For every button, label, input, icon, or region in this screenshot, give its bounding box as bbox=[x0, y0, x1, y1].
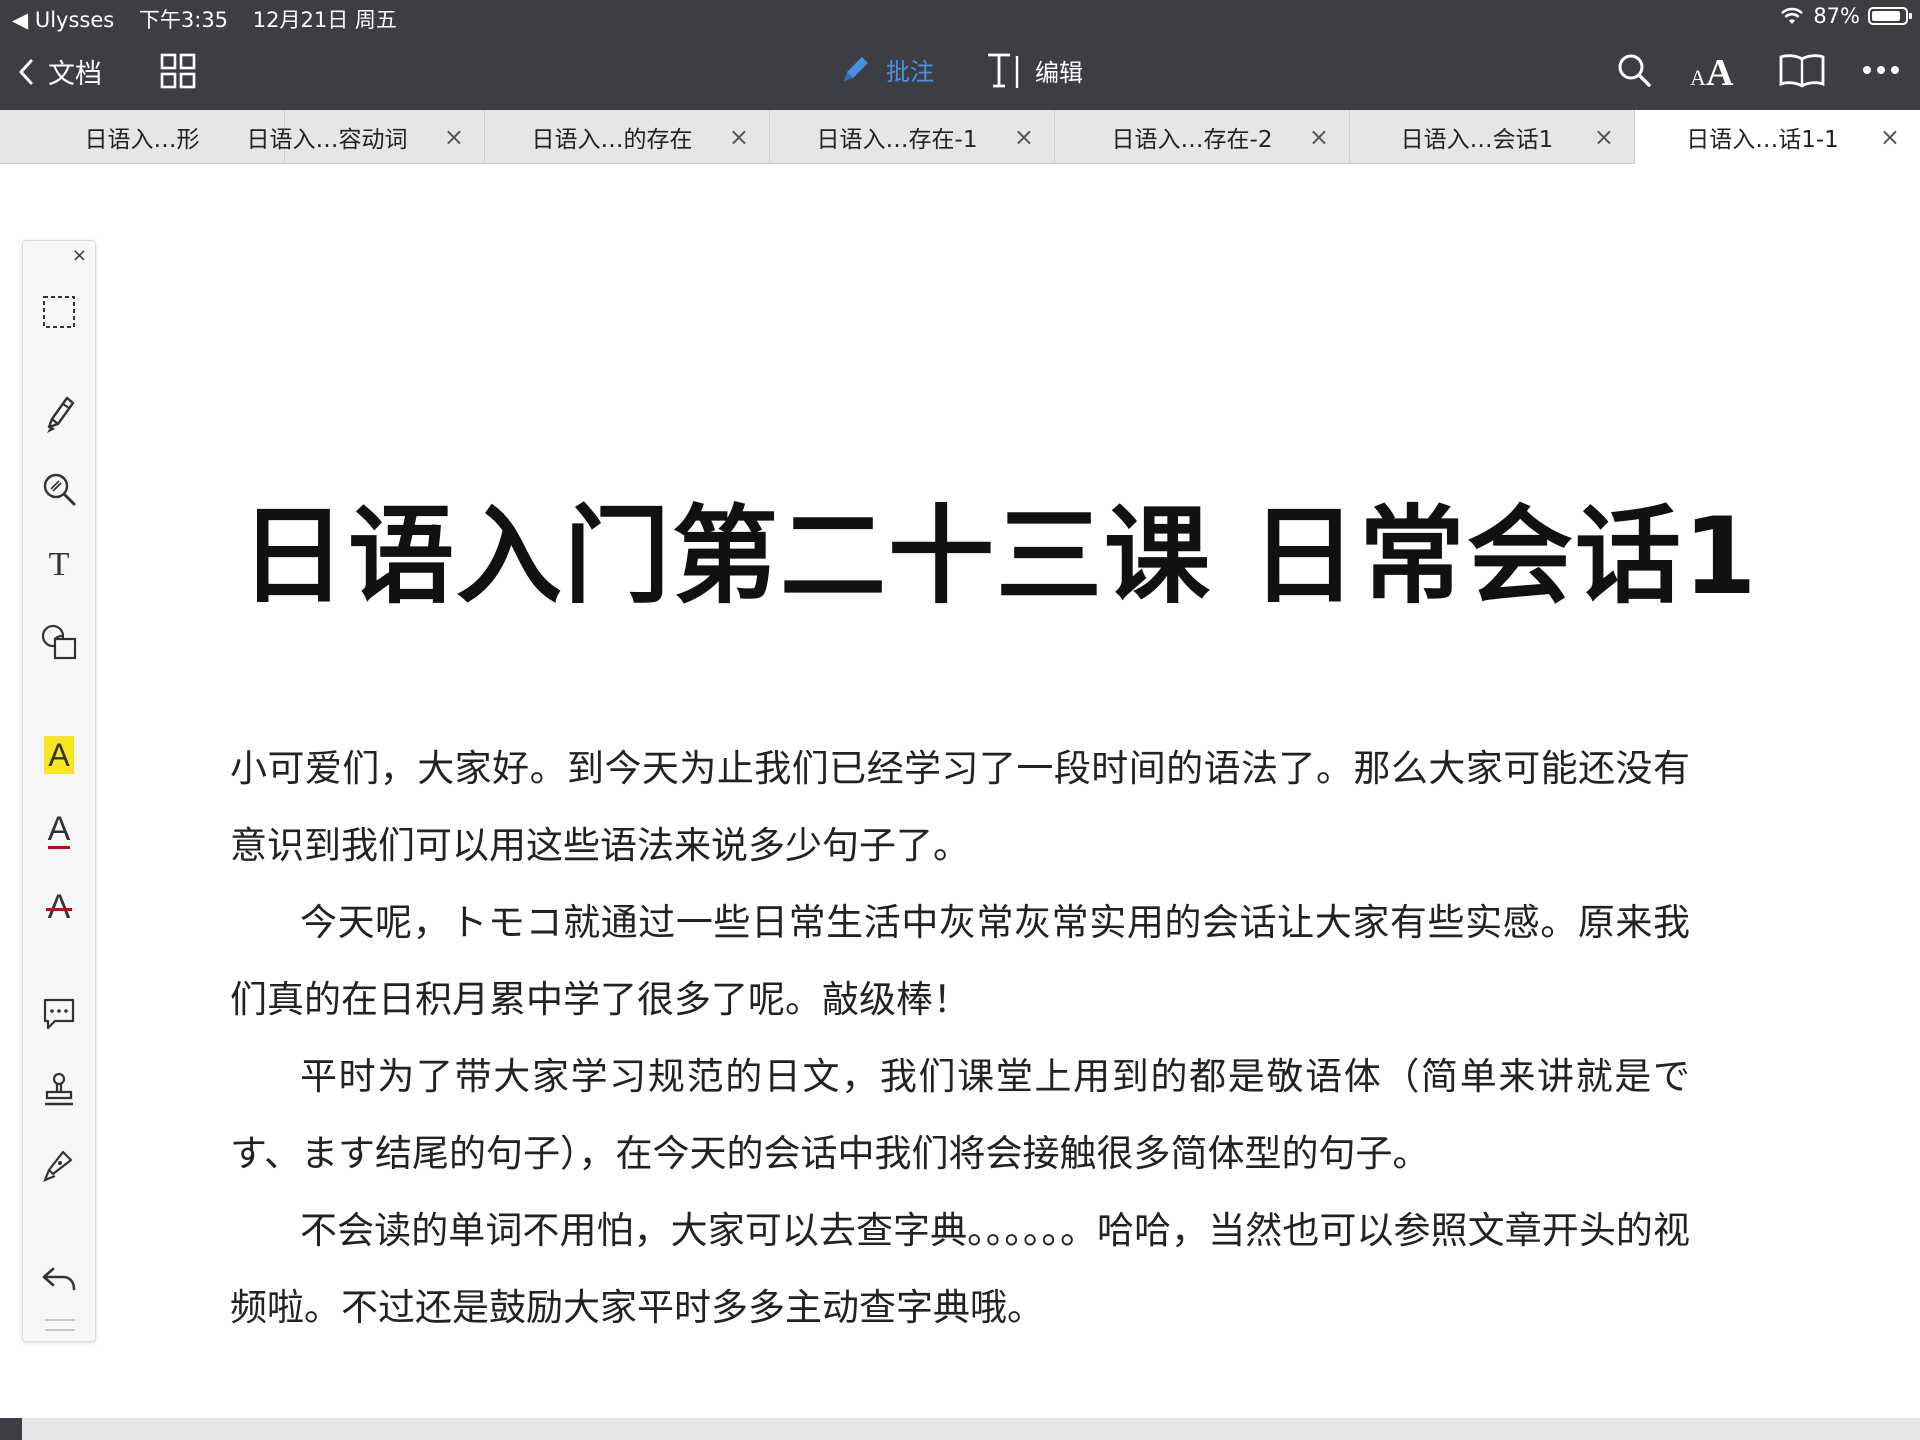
tab-label: 日语入…存在-1 bbox=[816, 127, 978, 153]
highlighter-icon bbox=[47, 396, 75, 433]
annotate-label: 批注 bbox=[886, 58, 934, 86]
signature-tool[interactable] bbox=[38, 1144, 80, 1186]
tab-6[interactable]: 日语入…会话1 × bbox=[1350, 110, 1635, 164]
edit-mode-button[interactable]: 编辑 bbox=[985, 50, 1083, 90]
text-cursor-icon bbox=[988, 53, 1019, 88]
back-to-app-link[interactable]: ◀ Ulysses bbox=[12, 8, 114, 32]
tab-4[interactable]: 日语入…存在-1 × bbox=[770, 110, 1055, 164]
status-time: 下午3:35 bbox=[138, 8, 229, 32]
pen-icon bbox=[844, 56, 868, 81]
tab-label: 日语入…容动词 bbox=[246, 127, 408, 153]
wifi-icon bbox=[1781, 7, 1804, 24]
stamp-icon bbox=[45, 1072, 73, 1106]
search-icon[interactable] bbox=[1616, 52, 1652, 88]
thumbnail-grid-button[interactable] bbox=[160, 53, 196, 93]
text-highlight-icon: A bbox=[44, 736, 74, 774]
document-body: 小可爱们，大家好。到今天为止我们已经学习了一段时间的语法了。那么大家可能还没有意… bbox=[230, 730, 1690, 1346]
tab-close-icon[interactable]: × bbox=[1594, 123, 1614, 151]
text-highlight-tool[interactable]: A bbox=[38, 734, 80, 776]
document-tabs: 日语入…形 日语入…容动词 × 日语入…的存在 × 日语入…存在-1 × 日语入… bbox=[0, 110, 1920, 164]
font-size-icon[interactable]: A A bbox=[1688, 52, 1742, 88]
tab-5[interactable]: 日语入…存在-2 × bbox=[1065, 110, 1350, 164]
status-right: 87% bbox=[1779, 4, 1912, 28]
main-toolbar: 文档 批注 编辑 A A bbox=[0, 40, 1920, 106]
battery-percent: 87% bbox=[1813, 4, 1860, 28]
tab-close-icon[interactable]: × bbox=[729, 123, 749, 151]
tab-2[interactable]: 日语入…容动词 × bbox=[200, 110, 485, 164]
tab-label: 日语入…形 bbox=[84, 127, 200, 153]
rect-select-tool[interactable] bbox=[38, 291, 80, 333]
close-panel-icon[interactable]: × bbox=[72, 245, 87, 266]
tab-3[interactable]: 日语入…的存在 × bbox=[485, 110, 770, 164]
annotation-tool-panel: × T A A A bbox=[22, 240, 96, 1342]
battery-level bbox=[1872, 11, 1900, 21]
more-options-icon[interactable] bbox=[1862, 64, 1900, 76]
selection-icon bbox=[43, 296, 75, 328]
tab-label: 日语入…存在-2 bbox=[1111, 127, 1273, 153]
text-strikethrough-tool[interactable]: A bbox=[38, 886, 80, 928]
tab-close-icon[interactable]: × bbox=[1014, 123, 1034, 151]
text-underline-tool[interactable]: A bbox=[38, 809, 80, 851]
scroll-position-marker[interactable] bbox=[0, 1418, 22, 1440]
tab-close-icon[interactable]: × bbox=[1880, 123, 1900, 151]
text-strikethrough-icon: A bbox=[45, 888, 73, 926]
stamp-tool[interactable] bbox=[38, 1069, 80, 1111]
undo-tool[interactable] bbox=[38, 1259, 80, 1301]
status-left: ◀ Ulysses 下午3:35 12月21日 周五 bbox=[12, 4, 415, 34]
shapes-icon bbox=[41, 624, 77, 660]
text-tool-icon: T bbox=[48, 546, 70, 583]
documents-back-label: 文档 bbox=[48, 59, 102, 90]
documents-back-button[interactable]: 文档 bbox=[18, 52, 102, 91]
paragraph-4: 不会读的单词不用怕，大家可以去查字典。。。。。。哈哈，当然也可以参照文章开头的视… bbox=[230, 1209, 1690, 1329]
tab-label: 日语入…会话1 bbox=[1400, 127, 1554, 153]
undo-icon bbox=[42, 1267, 76, 1291]
fountain-pen-icon bbox=[43, 1150, 73, 1182]
paragraph-3: 平时为了带大家学习规范的日文，我们课堂上用到的都是敬语体（简单来讲就是です、ます… bbox=[230, 1055, 1690, 1175]
paragraph-2: 今天呢，トモコ就通过一些日常生活中灰常灰常实用的会话让大家有些实感。原来我们真的… bbox=[230, 901, 1690, 1021]
edit-label: 编辑 bbox=[1035, 58, 1083, 87]
tab-close-icon[interactable]: × bbox=[444, 123, 464, 151]
text-tool[interactable]: T bbox=[38, 544, 80, 586]
shape-tool[interactable] bbox=[38, 621, 80, 663]
text-underline-icon: A bbox=[47, 809, 71, 849]
toolbar-right-actions: A A bbox=[1616, 52, 1900, 88]
annotate-mode-button[interactable]: 批注 bbox=[838, 52, 934, 87]
tab-7-active[interactable]: 日语入…话1-1 × bbox=[1635, 110, 1920, 164]
bottom-scroll-bar[interactable] bbox=[0, 1418, 1920, 1440]
tab-label: 日语入…的存在 bbox=[531, 127, 693, 153]
top-bar: ◀ Ulysses 下午3:35 12月21日 周五 87% 文档 批注 编辑 … bbox=[0, 0, 1920, 110]
grid-icon bbox=[160, 53, 196, 89]
panel-drag-handle[interactable] bbox=[45, 1319, 75, 1331]
comment-icon bbox=[43, 998, 75, 1030]
status-date: 12月21日 周五 bbox=[252, 8, 397, 32]
tab-label: 日语入…话1-1 bbox=[1686, 127, 1839, 153]
highlighter-tool[interactable] bbox=[38, 393, 80, 435]
battery-icon bbox=[1868, 7, 1912, 25]
magnifier-tool[interactable] bbox=[38, 468, 80, 510]
paragraph-1: 小可爱们，大家好。到今天为止我们已经学习了一段时间的语法了。那么大家可能还没有意… bbox=[230, 747, 1690, 867]
book-preview-icon[interactable] bbox=[1778, 52, 1826, 88]
chevron-left-icon bbox=[19, 59, 33, 84]
tab-close-icon[interactable]: × bbox=[1309, 123, 1329, 151]
magnifier-icon bbox=[43, 473, 76, 506]
svg-text:A: A bbox=[1690, 65, 1706, 88]
status-bar: ◀ Ulysses 下午3:35 12月21日 周五 87% bbox=[0, 0, 1920, 34]
document-title: 日语入门第二十三课 日常会话1 bbox=[240, 495, 1759, 618]
svg-text:A: A bbox=[1706, 52, 1734, 88]
comment-tool[interactable] bbox=[38, 993, 80, 1035]
